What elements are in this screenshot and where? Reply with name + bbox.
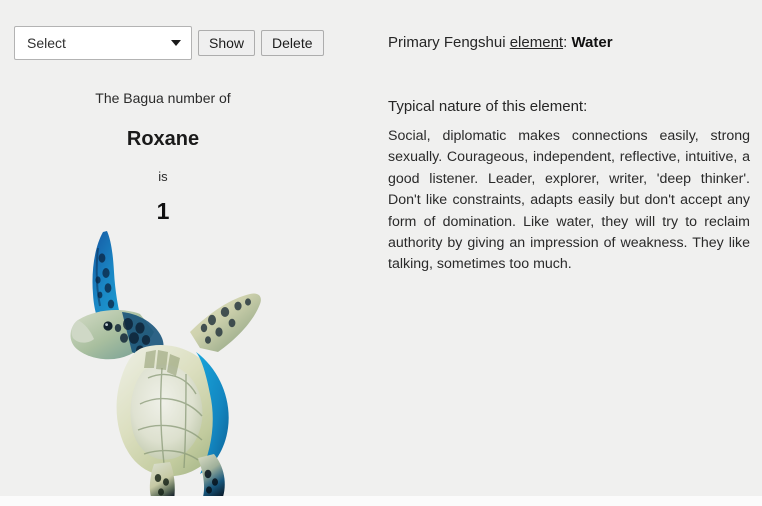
- bottom-strip: [0, 496, 762, 506]
- sea-turtle-image: [62, 228, 268, 500]
- sea-turtle-illustration: [70, 231, 261, 500]
- bagua-connector-text: is: [158, 168, 168, 184]
- nature-description: Social, diplomatic makes connections eas…: [388, 128, 750, 273]
- record-select-value: Select: [27, 35, 66, 51]
- primary-element-line: Primary Fengshui element: Water: [388, 33, 613, 53]
- bagua-person-name: Roxane: [126, 127, 200, 150]
- chevron-down-icon: [171, 40, 181, 46]
- left-column: Select Show Delete The Bagua number of R…: [0, 0, 372, 506]
- show-button[interactable]: Show: [198, 30, 256, 56]
- right-column: Primary Fengshui element: Water Typical …: [388, 0, 750, 506]
- nature-heading: Typical nature of this element:: [388, 98, 588, 115]
- element-link[interactable]: element: [510, 34, 563, 51]
- bagua-intro-text: The Bagua number of: [95, 90, 231, 106]
- bagua-number-value: 1: [156, 198, 170, 225]
- delete-button[interactable]: Delete: [261, 30, 324, 56]
- page-root: Select Show Delete The Bagua number of R…: [0, 0, 762, 506]
- record-select[interactable]: Select: [14, 26, 192, 60]
- bagua-result: The Bagua number of Roxane is 1: [0, 90, 326, 226]
- primary-element-value: Water: [571, 34, 613, 51]
- primary-element-prefix: Primary Fengshui: [388, 34, 510, 51]
- toolbar: Select Show Delete: [14, 26, 324, 60]
